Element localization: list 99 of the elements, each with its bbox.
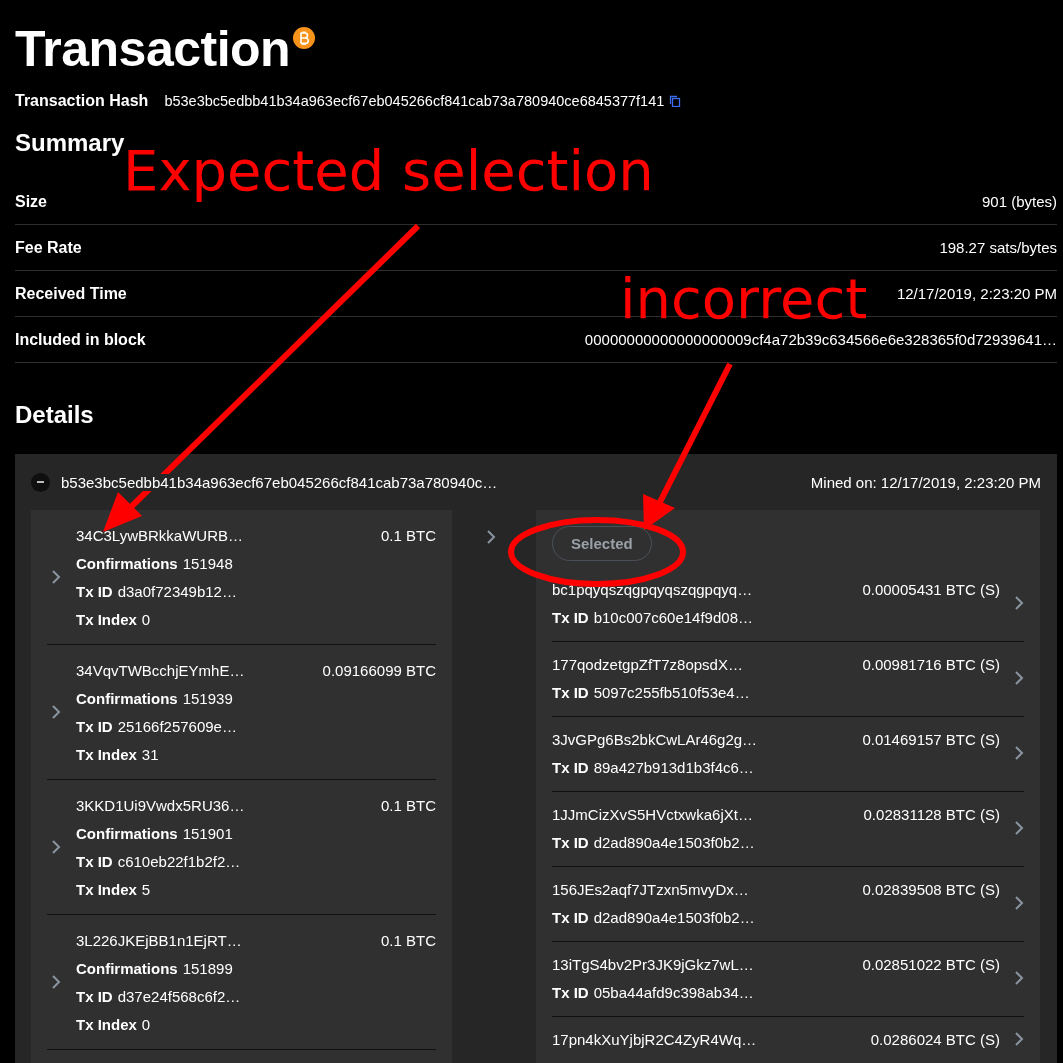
field-label: Confirmations (76, 824, 178, 842)
chevron-icon (1014, 595, 1024, 611)
field-label: Confirmations (76, 689, 178, 707)
output-item[interactable]: 177qodzetgpZfT7z8opsdX… 0.00981716 BTC (S) Tx ID 5097c255fb510f53e4… (552, 650, 1024, 717)
chevron-icon (1014, 820, 1024, 836)
summary-value: 12/17/2019, 2:23:20 PM (896, 285, 1057, 302)
mined-date: Mined on: 12/17/2019, 2:23:20 PM (810, 473, 1041, 491)
field-value: 25166f257609e… (117, 717, 237, 735)
chevron-icon[interactable] (486, 529, 496, 545)
summary-label: Size (15, 192, 47, 211)
chevron-icon (1014, 970, 1024, 986)
coin-icon (293, 27, 316, 49)
amount: 0.1 BTC (380, 931, 436, 949)
field-label: Tx ID (552, 908, 589, 926)
address: 3KKD1Ui9Vwdx5RU36… (76, 796, 245, 814)
field-value: d2ad890a4e1503f0b2… (593, 908, 755, 926)
summary-value: 00000000000000000009cf4a72b39c634566e6e328365f0d72939641… (584, 331, 1057, 348)
amount: 0.02851022 BTC (S) (862, 955, 1000, 973)
output-item[interactable]: 1JJmCizXvS5HVctxwka6jXt… 0.02831128 BTC (S) Tx ID d2ad890a4e1503f0b2… (552, 800, 1024, 867)
field-value: 0 (141, 1015, 151, 1033)
amount: 0.00005431 BTC (S) (862, 580, 1000, 598)
chevron-icon (1014, 745, 1024, 761)
summary-label: Received Time (15, 284, 127, 303)
output-item[interactable]: 13iTgS4bv2Pr3JK9jGkz7wL… 0.02851022 BTC (S) Tx ID 05ba44afd9c398ab34… (552, 950, 1024, 1017)
field-label: Tx ID (76, 582, 113, 600)
amount: 0.02839508 BTC (S) (862, 880, 1000, 898)
field-label: Tx Index (76, 880, 137, 898)
address: 177qodzetgpZfT7z8opsdX… (552, 655, 743, 673)
field-value: 5 (141, 880, 151, 898)
field-label: Confirmations (76, 554, 178, 572)
chevron-icon (1014, 1031, 1024, 1047)
field-label: Tx ID (552, 983, 589, 1001)
address: 3JvGPg6Bs2bkCwLAr46g2g… (552, 730, 758, 748)
address: 34VqvTWBcchjEYmhE… (76, 661, 245, 679)
section-heading: Details (15, 400, 95, 430)
field-label: Tx ID (552, 683, 589, 701)
copy-icon[interactable] (669, 95, 682, 107)
field-value: 05ba44afd9c398ab34… (593, 983, 754, 1001)
amount: 0.1 BTC (380, 796, 436, 814)
chevron-icon (1014, 670, 1024, 686)
summary-value: 198.27 sats/bytes (939, 239, 1057, 256)
chevron-icon (51, 974, 61, 990)
hash-value: b53e3bc5edbb41b34a963ecf67eb045266cf841cab73a780940ce6845377f141 (164, 93, 665, 109)
amount: 0.09166099 BTC (322, 661, 436, 679)
field-label: Tx ID (76, 987, 113, 1005)
hash-label: Transaction Hash (15, 92, 149, 110)
chevron-icon (51, 704, 61, 720)
field-label: Tx Index (76, 1015, 137, 1033)
field-value: 151939 (182, 689, 233, 707)
field-value: d2ad890a4e1503f0b2… (593, 833, 755, 851)
field-label: Tx ID (552, 833, 589, 851)
address: bc1pqyqszqgpqyqszqgpqyq… (552, 580, 753, 598)
chevron-icon (51, 569, 61, 585)
annotation-text: Expected selection (123, 138, 654, 204)
page-title: Transaction (15, 21, 291, 77)
amount: 0.00981716 BTC (S) (862, 655, 1000, 673)
address: 1JJmCizXvS5HVctxwka6jXt… (552, 805, 753, 823)
summary-label: Fee Rate (15, 238, 82, 257)
field-label: Tx ID (552, 758, 589, 776)
chevron-icon (1014, 895, 1024, 911)
field-value: 89a427b913d1b3f4c6… (593, 758, 754, 776)
summary-label: Included in block (15, 330, 146, 349)
annotation-text: incorrect (620, 266, 868, 332)
field-label: Tx Index (76, 610, 137, 628)
field-label: Tx ID (76, 717, 113, 735)
field-value: b10c007c60e14f9d08… (593, 608, 753, 626)
amount: 0.1 BTC (380, 526, 436, 544)
field-label: Confirmations (76, 959, 178, 977)
field-label: Tx Index (76, 745, 137, 763)
field-value: 5097c255fb510f53e4… (593, 683, 750, 701)
input-item[interactable]: 34VqvTWBcchjEYmhE… 0.09166099 BTC Confirmations 151939 Tx ID 25166f257609e… Tx Index 31 (47, 645, 436, 780)
amount: 0.02831128 BTC (S) (863, 805, 1000, 823)
field-value: 151948 (182, 554, 233, 572)
section-heading: Summary (15, 128, 126, 158)
amount: 0.01469157 BTC (S) (862, 730, 1000, 748)
amount: 0.0286024 BTC (S) (870, 1030, 1000, 1048)
address: 13iTgS4bv2Pr3JK9jGkz7wL… (552, 955, 754, 973)
summary-value: 901 (bytes) (981, 193, 1057, 210)
collapse-button[interactable] (31, 472, 50, 492)
field-value: 151899 (182, 959, 233, 977)
address: 34C3LywBRkkaWURB… (76, 526, 243, 544)
input-item[interactable]: 3KKD1Ui9Vwdx5RU36… 0.1 BTC Confirmations 151901 Tx ID c610eb22f1b2f2… Tx Index 5 (47, 780, 436, 915)
chevron-icon (51, 839, 61, 855)
address: 3L226JKEjBB1n1EjRT… (76, 931, 242, 949)
input-item[interactable]: 3L226JKEjBB1n1EjRT… 0.1 BTC Confirmations 151899 Tx ID d37e24f568c6f2… Tx Index 0 (47, 915, 436, 1050)
output-item[interactable]: bc1pqyqszqgpqyqszqgpqyq… 0.00005431 BTC (S) Tx ID b10c007c60e14f9d08… (552, 575, 1024, 642)
address: 156JEs2aqf7JTzxn5mvyDx… (552, 880, 749, 898)
field-value: c610eb22f1b2f2… (117, 852, 241, 870)
output-item[interactable]: 17pn4kXuYjbjR2C4ZyR4Wq… 0.0286024 BTC (S) (552, 1025, 1024, 1063)
field-value: 151901 (182, 824, 233, 842)
output-item[interactable]: 3JvGPg6Bs2bkCwLAr46g2g… 0.01469157 BTC (S) Tx ID 89a427b913d1b3f4c6… (552, 725, 1024, 792)
field-label: Tx ID (76, 852, 113, 870)
field-value: 0 (141, 610, 151, 628)
field-value: 31 (141, 745, 159, 763)
field-label: Tx ID (552, 608, 589, 626)
output-item[interactable]: 156JEs2aqf7JTzxn5mvyDx… 0.02839508 BTC (S) Tx ID d2ad890a4e1503f0b2… (552, 875, 1024, 942)
field-value: d37e24f568c6f2… (117, 987, 241, 1005)
field-value: d3a0f72349b12… (117, 582, 237, 600)
address: 17pn4kXuYjbjR2C4ZyR4Wq… (552, 1030, 757, 1048)
